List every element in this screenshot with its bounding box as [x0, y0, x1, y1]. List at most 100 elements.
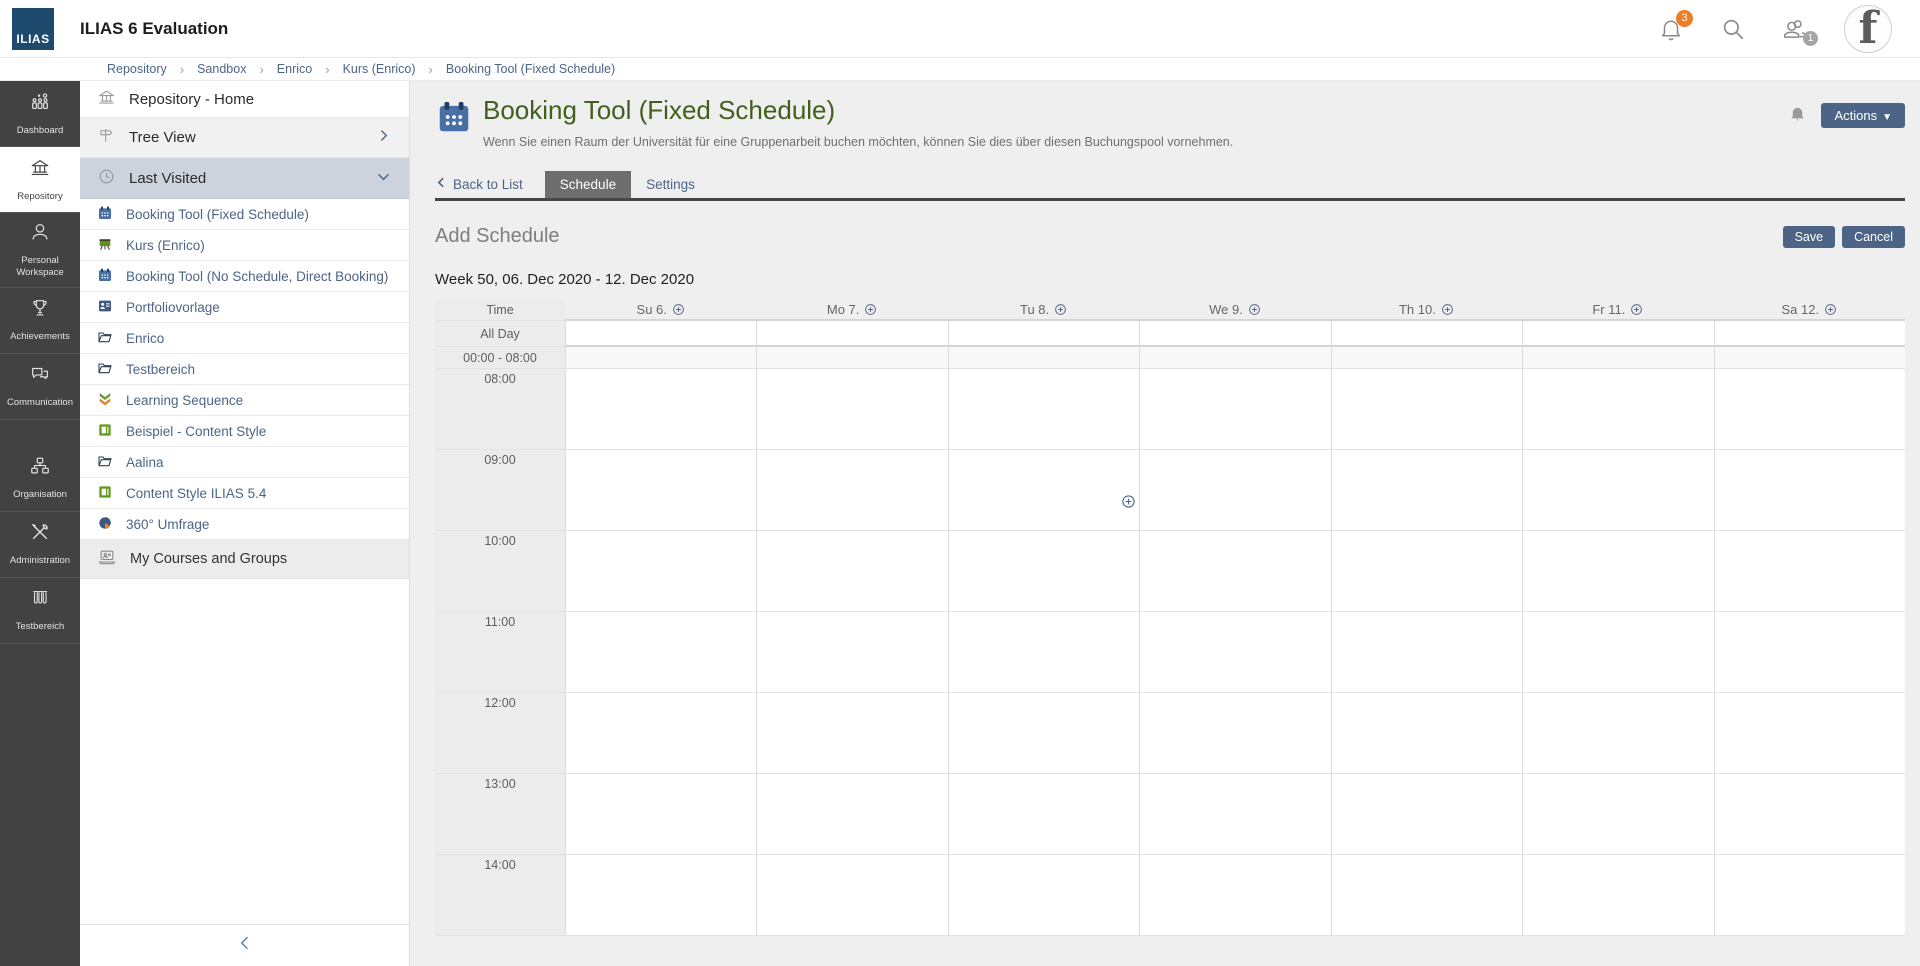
calendar-cell[interactable] — [1139, 347, 1330, 369]
calendar-cell[interactable] — [1139, 693, 1330, 774]
add-day-booking-icon[interactable] — [864, 303, 877, 316]
tab-settings[interactable]: Settings — [631, 171, 710, 198]
sidebar-tree-view[interactable]: Tree View — [80, 118, 409, 158]
user-avatar[interactable]: f — [1844, 5, 1892, 53]
save-button[interactable]: Save — [1783, 226, 1836, 248]
calendar-cell[interactable] — [1522, 531, 1713, 612]
calendar-cell[interactable] — [756, 369, 947, 450]
calendar-cell[interactable] — [565, 612, 756, 693]
sidebar-item-beispiel-content-style[interactable]: Beispiel - Content Style — [80, 416, 409, 447]
rail-item-organisation[interactable]: Organisation — [0, 446, 80, 512]
rail-item-achievements[interactable]: Achievements — [0, 288, 80, 354]
calendar-cell[interactable] — [565, 369, 756, 450]
add-day-booking-icon[interactable] — [1441, 303, 1454, 316]
calendar-cell[interactable] — [756, 347, 947, 369]
sidebar-my-courses[interactable]: My Courses and Groups — [80, 540, 409, 579]
calendar-cell[interactable] — [756, 450, 947, 531]
calendar-cell[interactable] — [1331, 531, 1522, 612]
calendar-cell[interactable] — [565, 774, 756, 855]
calendar-cell[interactable] — [1331, 855, 1522, 936]
calendar-cell[interactable] — [565, 693, 756, 774]
add-slot-icon[interactable] — [1121, 494, 1136, 509]
add-day-booking-icon[interactable] — [672, 303, 685, 316]
calendar-cell[interactable] — [1139, 855, 1330, 936]
calendar-cell[interactable] — [565, 347, 756, 369]
sidebar-item-portfoliovorlage[interactable]: Portfoliovorlage — [80, 292, 409, 323]
breadcrumb-item-current[interactable]: Booking Tool (Fixed Schedule) — [446, 62, 615, 76]
contacts-button[interactable]: 1 — [1782, 16, 1808, 42]
calendar-cell[interactable] — [1139, 774, 1330, 855]
sidebar-repository-home[interactable]: Repository - Home — [80, 81, 409, 118]
calendar-cell[interactable] — [948, 855, 1139, 936]
add-day-booking-icon[interactable] — [1054, 303, 1067, 316]
cancel-button[interactable]: Cancel — [1842, 226, 1905, 248]
breadcrumb-item[interactable]: Sandbox — [197, 62, 246, 76]
calendar-cell[interactable] — [948, 612, 1139, 693]
calendar-cell[interactable] — [756, 612, 947, 693]
calendar-cell[interactable] — [565, 321, 756, 347]
calendar-cell[interactable] — [1714, 612, 1905, 693]
rail-item-repository[interactable]: Repository — [0, 147, 80, 213]
calendar-cell[interactable] — [1331, 693, 1522, 774]
sidebar-last-visited[interactable]: Last Visited — [80, 158, 409, 199]
calendar-cell[interactable] — [1331, 450, 1522, 531]
calendar-cell[interactable] — [1714, 531, 1905, 612]
calendar-cell[interactable] — [1714, 855, 1905, 936]
calendar-cell[interactable] — [1331, 369, 1522, 450]
calendar-cell[interactable] — [948, 347, 1139, 369]
sidebar-item-learning-sequence[interactable]: Learning Sequence — [80, 385, 409, 416]
rail-item-testbereich[interactable]: Testbereich — [0, 578, 80, 644]
search-button[interactable] — [1720, 16, 1746, 42]
actions-button[interactable]: Actions▼ — [1821, 103, 1905, 128]
calendar-cell[interactable] — [565, 531, 756, 612]
sidebar-item-booking-tool-direct[interactable]: Booking Tool (No Schedule, Direct Bookin… — [80, 261, 409, 292]
calendar-cell[interactable] — [1522, 774, 1713, 855]
calendar-cell[interactable] — [1714, 321, 1905, 347]
sidebar-item-aalina[interactable]: Aalina — [80, 447, 409, 478]
sidebar-item-kurs-enrico[interactable]: Kurs (Enrico) — [80, 230, 409, 261]
calendar-cell[interactable] — [1139, 321, 1330, 347]
notifications-button[interactable]: 3 — [1658, 16, 1684, 42]
add-day-booking-icon[interactable] — [1248, 303, 1261, 316]
back-to-list-link[interactable]: Back to List — [435, 170, 523, 198]
calendar-cell[interactable] — [1714, 450, 1905, 531]
calendar-cell[interactable] — [756, 774, 947, 855]
rail-item-communication[interactable]: Communication — [0, 354, 80, 420]
object-notification-icon[interactable] — [1788, 104, 1807, 128]
calendar-cell[interactable] — [1331, 774, 1522, 855]
add-day-booking-icon[interactable] — [1630, 303, 1643, 316]
calendar-cell[interactable] — [948, 774, 1139, 855]
calendar-cell[interactable] — [756, 693, 947, 774]
calendar-cell[interactable] — [948, 450, 1139, 531]
calendar-cell[interactable] — [1331, 321, 1522, 347]
calendar-cell[interactable] — [1331, 612, 1522, 693]
calendar-cell[interactable] — [756, 531, 947, 612]
calendar-cell[interactable] — [1522, 450, 1713, 531]
calendar-cell[interactable] — [1522, 321, 1713, 347]
calendar-cell[interactable] — [1522, 693, 1713, 774]
add-day-booking-icon[interactable] — [1824, 303, 1837, 316]
calendar-cell[interactable] — [756, 321, 947, 347]
calendar-cell[interactable] — [1522, 347, 1713, 369]
calendar-cell[interactable] — [1139, 531, 1330, 612]
sidebar-item-testbereich[interactable]: Testbereich — [80, 354, 409, 385]
ilias-logo[interactable]: ILIAS — [12, 8, 54, 50]
calendar-cell[interactable] — [1139, 369, 1330, 450]
calendar-cell[interactable] — [1714, 774, 1905, 855]
sidebar-item-content-style-54[interactable]: Content Style ILIAS 5.4 — [80, 478, 409, 509]
calendar-cell[interactable] — [948, 369, 1139, 450]
breadcrumb-item[interactable]: Enrico — [277, 62, 312, 76]
calendar-cell[interactable] — [1139, 450, 1330, 531]
calendar-cell[interactable] — [1522, 612, 1713, 693]
breadcrumb-item[interactable]: Kurs (Enrico) — [343, 62, 416, 76]
calendar-cell[interactable] — [1714, 347, 1905, 369]
sidebar-item-booking-tool-fixed[interactable]: Booking Tool (Fixed Schedule) — [80, 199, 409, 230]
sidebar-collapse-button[interactable] — [80, 924, 409, 966]
calendar-cell[interactable] — [1714, 369, 1905, 450]
calendar-cell[interactable] — [565, 450, 756, 531]
calendar-cell[interactable] — [1522, 855, 1713, 936]
calendar-cell[interactable] — [1714, 693, 1905, 774]
rail-item-dashboard[interactable]: Dashboard — [0, 81, 80, 147]
rail-item-personal-workspace[interactable]: Personal Workspace — [0, 213, 80, 288]
calendar-cell[interactable] — [948, 693, 1139, 774]
